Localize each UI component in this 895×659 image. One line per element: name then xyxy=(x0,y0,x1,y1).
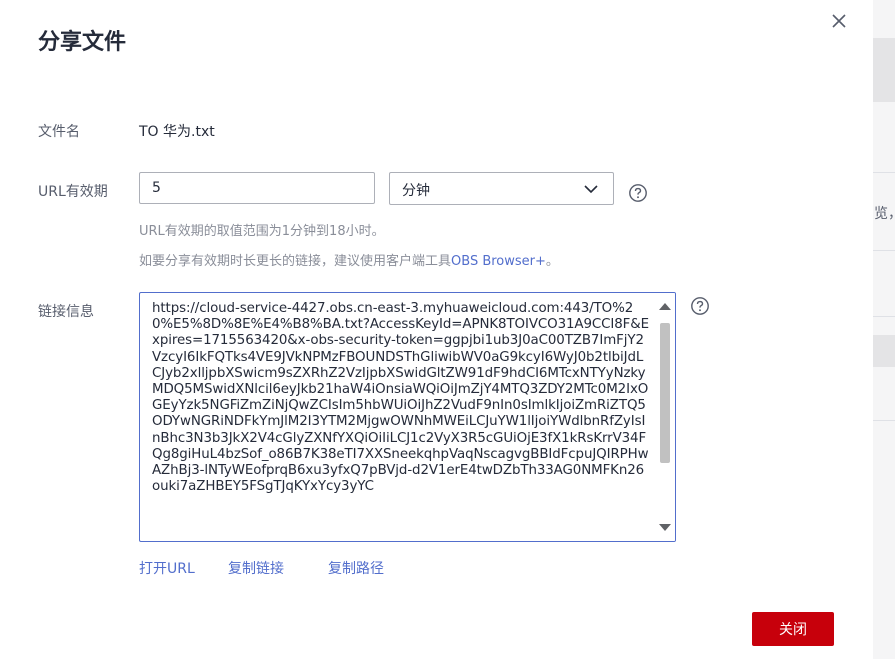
close-icon[interactable] xyxy=(828,10,850,32)
validity-range-hint: URL有效期的取值范围为1分钟到18小时。 xyxy=(139,224,385,239)
chevron-down-icon xyxy=(584,185,598,194)
help-icon[interactable] xyxy=(690,296,710,316)
background-divider xyxy=(873,316,895,317)
validity-input[interactable] xyxy=(139,172,375,204)
scrollbar[interactable] xyxy=(658,293,675,541)
background-block xyxy=(873,335,895,367)
browser-hint-prefix: 如要分享有效期时长更长的链接，建议使用客户端工具 xyxy=(139,254,452,269)
scrollbar-thumb[interactable] xyxy=(660,323,670,463)
file-name-value: TO 华为.txt xyxy=(139,124,215,140)
background-block xyxy=(873,38,895,102)
copy-link-button[interactable]: 复制链接 xyxy=(228,558,284,578)
background-divider xyxy=(873,420,895,421)
file-name-label: 文件名 xyxy=(38,124,80,140)
url-validity-label: URL有效期 xyxy=(38,184,108,200)
copy-path-button[interactable]: 复制路径 xyxy=(328,558,384,578)
background-divider xyxy=(873,172,895,173)
help-icon[interactable] xyxy=(628,183,648,203)
scroll-up-arrow-icon[interactable] xyxy=(659,303,671,310)
scroll-down-arrow-icon[interactable] xyxy=(659,524,671,531)
background-divider xyxy=(873,250,895,251)
link-info-label: 链接信息 xyxy=(38,304,94,320)
validity-unit-value: 分钟 xyxy=(402,183,430,199)
close-button[interactable]: 关闭 xyxy=(752,612,834,646)
validity-unit-select[interactable]: 分钟 xyxy=(389,172,614,205)
obs-browser-link[interactable]: OBS Browser+ xyxy=(451,254,546,269)
dialog-title: 分享文件 xyxy=(38,30,127,55)
browser-hint: 如要分享有效期时长更长的链接，建议使用客户端工具OBS Browser+。 xyxy=(139,250,559,269)
browser-hint-suffix: 。 xyxy=(545,254,559,269)
open-url-link[interactable]: 打开URL xyxy=(139,558,195,578)
background-text: 览， xyxy=(874,206,895,222)
link-text[interactable]: https://cloud-service-4427.obs.cn-east-3… xyxy=(152,301,652,495)
link-textarea[interactable]: https://cloud-service-4427.obs.cn-east-3… xyxy=(139,292,676,542)
share-file-dialog: 分享文件 文件名 TO 华为.txt URL有效期 分钟 URL有效期的取值范围… xyxy=(0,0,873,659)
